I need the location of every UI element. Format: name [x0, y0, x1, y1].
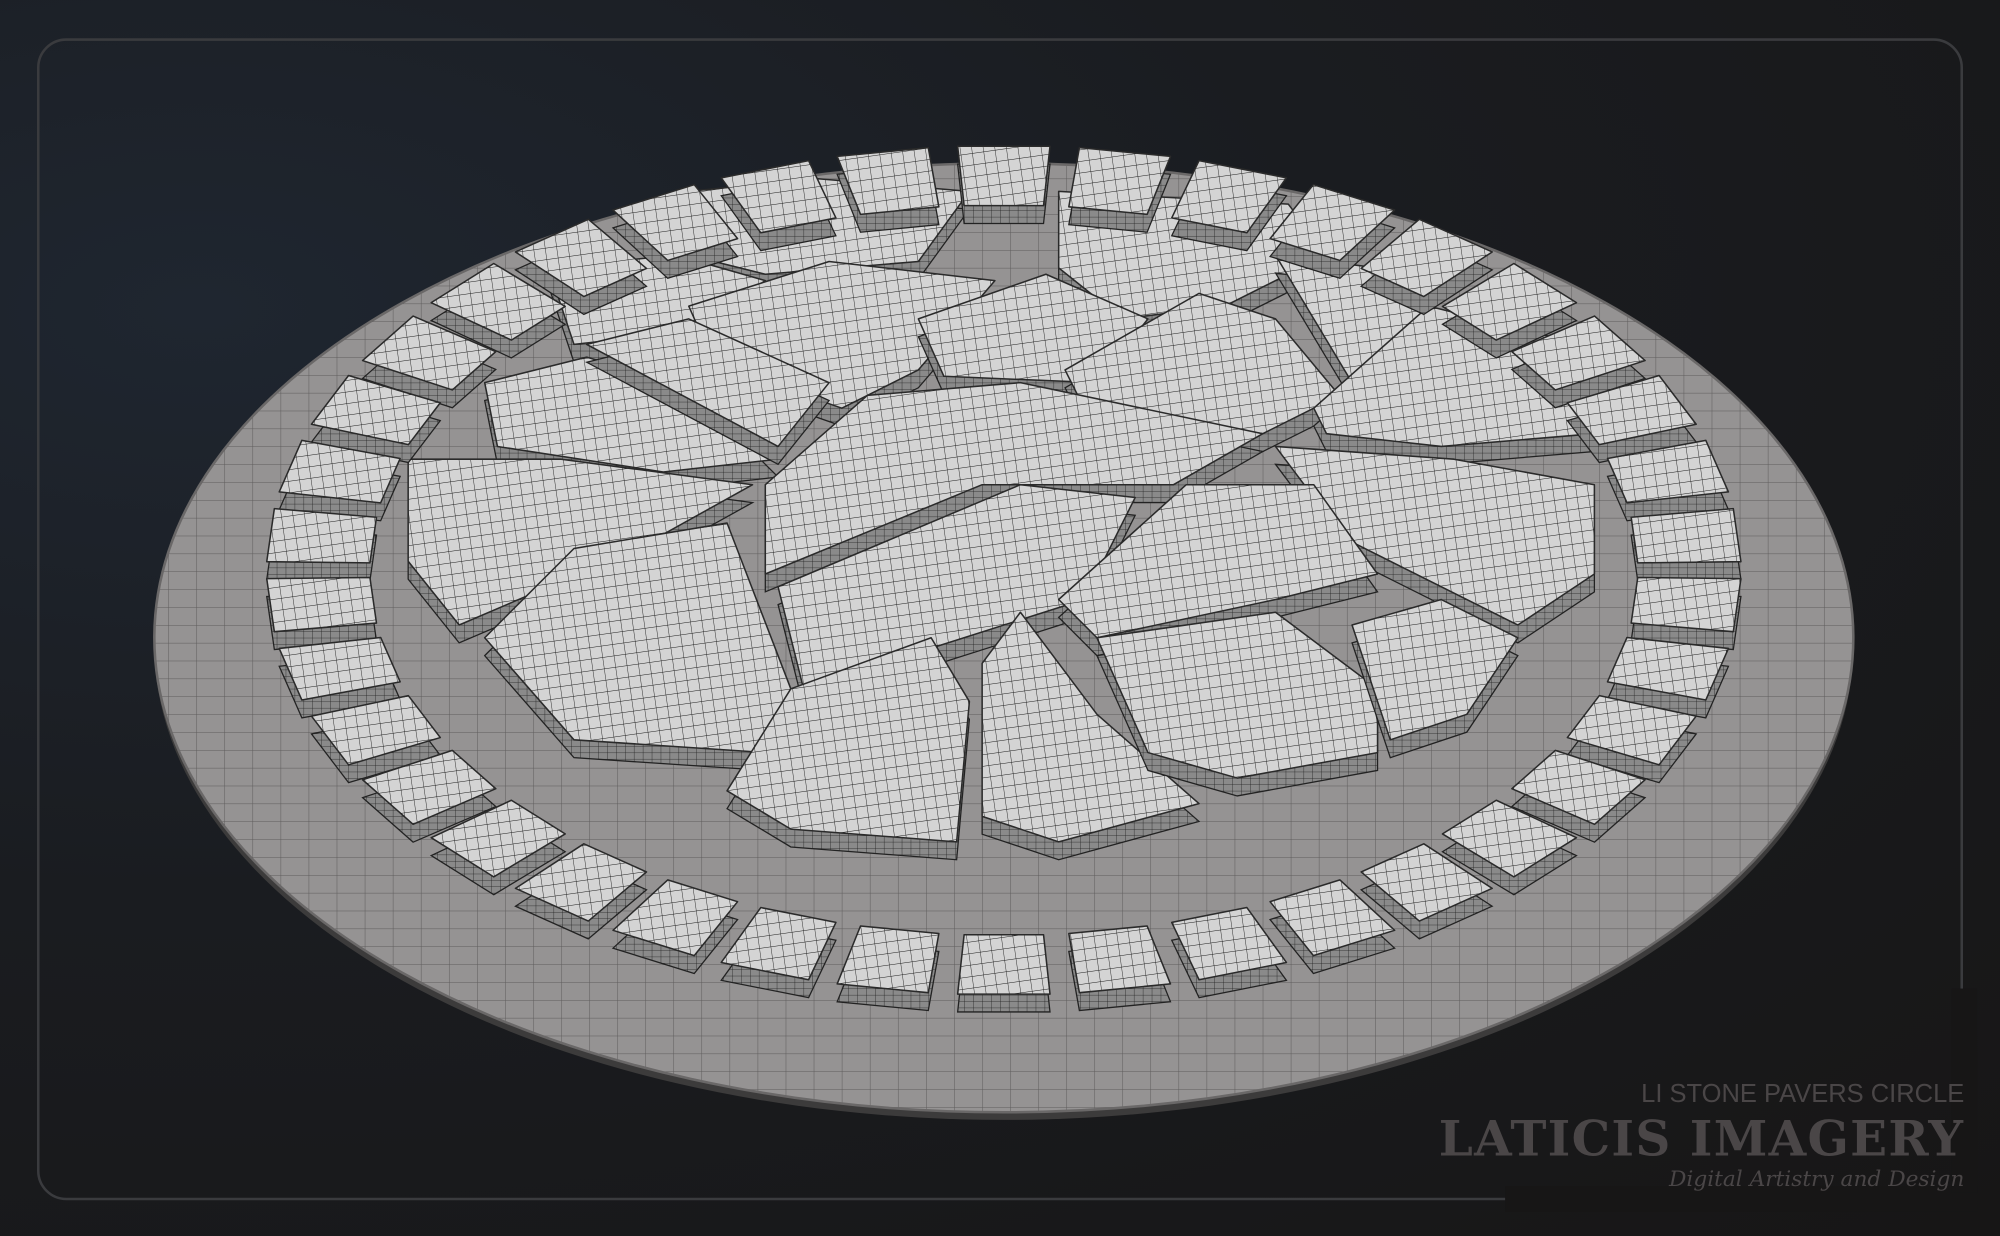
border-stone	[956, 145, 1051, 225]
border-stone	[1630, 576, 1742, 651]
render-canvas: LI STONE PAVERS CIRCLE LATICIS IMAGERY D…	[0, 0, 2000, 1236]
border-stone	[1630, 507, 1742, 582]
brand-tagline: Digital Artistry and Design	[1668, 1167, 1964, 1192]
border-stone	[956, 933, 1051, 1013]
brand-logo: LATICIS IMAGERY	[1439, 1111, 1965, 1168]
caption: LI STONE PAVERS CIRCLE LATICIS IMAGERY D…	[1439, 1080, 1965, 1192]
border-stone	[265, 576, 378, 651]
wireframe-render: LI STONE PAVERS CIRCLE LATICIS IMAGERY D…	[36, 38, 1978, 1212]
border-stone	[265, 507, 378, 582]
product-title: LI STONE PAVERS CIRCLE	[1641, 1080, 1964, 1108]
